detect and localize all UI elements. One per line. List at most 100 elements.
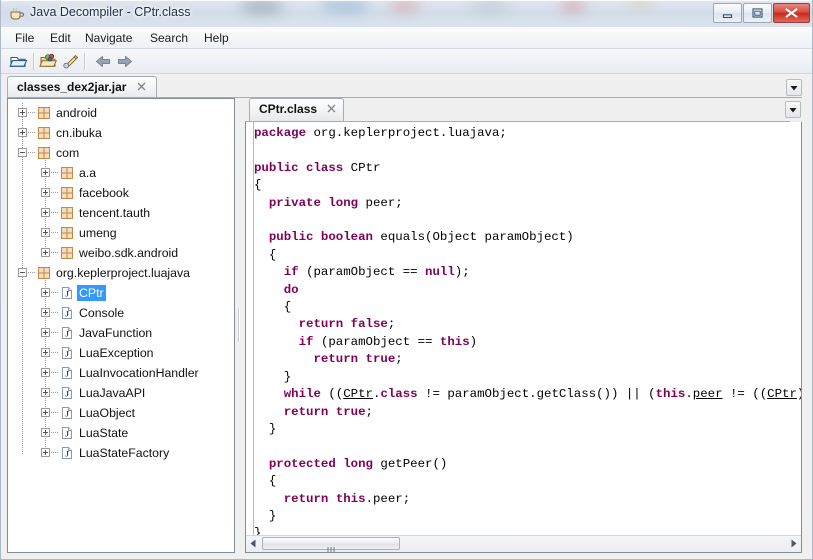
package-tree-panel[interactable]: android cn.ibuka com a.a facebook tencent.tau…	[7, 98, 235, 553]
pane-splitter[interactable]	[235, 98, 245, 553]
tree-node-label[interactable]: weibo.sdk.android	[77, 245, 180, 261]
tree-node-label[interactable]: com	[54, 145, 81, 161]
tree-node-label[interactable]: LuaStateFactory	[77, 445, 171, 461]
tree-node[interactable]: JLuaStateFactory	[8, 443, 234, 463]
tree-node-label[interactable]: LuaInvocationHandler	[77, 365, 201, 381]
source-viewport[interactable]: package org.keplerproject.luajava; publi…	[246, 122, 801, 535]
tab-cptr-class[interactable]: CPtr.class	[249, 98, 344, 121]
source-editor[interactable]: package org.keplerproject.luajava; publi…	[245, 122, 802, 553]
editor-tab-overflow-button[interactable]	[785, 101, 801, 118]
tree-expand-icon[interactable]	[18, 108, 27, 117]
tree-node[interactable]: JLuaInvocationHandler	[8, 363, 234, 383]
tree-connector	[28, 152, 36, 153]
tree-node[interactable]: JCPtr	[8, 283, 234, 303]
tree-node[interactable]: cn.ibuka	[8, 123, 234, 143]
tree-connector	[28, 272, 36, 273]
tree-expand-icon[interactable]	[41, 408, 50, 417]
menu-help[interactable]: Help	[197, 30, 236, 46]
package-icon	[60, 226, 74, 240]
tree-node[interactable]: JLuaObject	[8, 403, 234, 423]
close-button[interactable]	[773, 3, 810, 23]
scrollbar-thumb[interactable]	[262, 537, 400, 550]
tree-node-label[interactable]: JavaFunction	[77, 325, 154, 341]
tree-expand-icon[interactable]	[41, 228, 50, 237]
tree-expand-icon[interactable]	[41, 208, 50, 217]
tree-node-label[interactable]: facebook	[77, 185, 131, 201]
scroll-right-arrow[interactable]	[786, 536, 801, 551]
tree-node[interactable]: JLuaException	[8, 343, 234, 363]
forward-arrow-icon[interactable]	[115, 52, 135, 71]
code-text	[254, 492, 284, 506]
code-text: (paramObject ==	[306, 265, 425, 279]
tree-expand-icon[interactable]	[41, 448, 50, 457]
tree-expand-icon[interactable]	[41, 188, 50, 197]
tree-node[interactable]: weibo.sdk.android	[8, 243, 234, 263]
tree-node[interactable]: umeng	[8, 223, 234, 243]
scrollbar-grip-icon	[327, 541, 336, 548]
minimize-button[interactable]	[713, 3, 742, 23]
tree-node[interactable]: facebook	[8, 183, 234, 203]
tree-node-label[interactable]: umeng	[77, 225, 119, 241]
back-arrow-icon[interactable]	[93, 52, 113, 71]
tree-collapse-icon[interactable]	[18, 148, 27, 157]
tree-expand-icon[interactable]	[41, 248, 50, 257]
tree-node[interactable]: a.a	[8, 163, 234, 183]
tree-node[interactable]: android	[8, 103, 234, 123]
open-archive-icon[interactable]	[39, 52, 59, 71]
tree-node[interactable]: JJavaFunction	[8, 323, 234, 343]
open-folder-icon[interactable]	[9, 52, 29, 71]
code-link[interactable]: CPtr	[343, 387, 373, 401]
tree-expand-icon[interactable]	[41, 288, 50, 297]
code-line: {	[254, 299, 801, 316]
tree-node[interactable]: JConsole	[8, 303, 234, 323]
code-link[interactable]: CPtr	[767, 387, 797, 401]
tree-node[interactable]: JLuaJavaAPI	[8, 383, 234, 403]
tree-expand-icon[interactable]	[41, 368, 50, 377]
tree-expand-icon[interactable]	[41, 428, 50, 437]
code-link[interactable]: peer	[693, 387, 723, 401]
window-title: Java Decompiler - CPtr.class	[30, 5, 190, 19]
tab-close-icon[interactable]	[326, 103, 337, 114]
svg-text:J: J	[65, 430, 69, 439]
tree-connector	[51, 412, 59, 413]
tree-node-label[interactable]: android	[54, 105, 99, 121]
tree-expand-icon[interactable]	[41, 388, 50, 397]
horizontal-scrollbar[interactable]	[246, 535, 801, 552]
tab-overflow-button[interactable]	[786, 79, 802, 96]
menu-file[interactable]: File	[8, 30, 41, 46]
tree-node-label[interactable]: a.a	[77, 165, 98, 181]
maximize-button[interactable]	[743, 3, 772, 23]
menu-search[interactable]: Search	[143, 30, 195, 46]
tree-node-label[interactable]: CPtr	[77, 285, 106, 301]
tree-expand-icon[interactable]	[18, 128, 27, 137]
tree-node-label[interactable]: Console	[77, 305, 126, 321]
tree-collapse-icon[interactable]	[18, 268, 27, 277]
tree-expand-icon[interactable]	[41, 168, 50, 177]
scroll-left-arrow[interactable]	[246, 536, 261, 551]
code-text	[254, 405, 284, 419]
source-code[interactable]: package org.keplerproject.luajava; publi…	[254, 125, 801, 535]
tree-node-label[interactable]: cn.ibuka	[54, 125, 104, 141]
tree-expand-icon[interactable]	[41, 308, 50, 317]
code-text: ;	[388, 317, 395, 331]
tree-node-label[interactable]: LuaState	[77, 425, 130, 441]
tree-node[interactable]: com	[8, 143, 234, 163]
tree-node[interactable]: org.keplerproject.luajava	[8, 263, 234, 283]
tree-node-label[interactable]: LuaException	[77, 345, 156, 361]
menu-edit[interactable]: Edit	[43, 30, 78, 46]
java-class-icon: J	[60, 326, 74, 340]
tree-node-label[interactable]: tencent.tauth	[77, 205, 152, 221]
code-text: (paramObject ==	[321, 335, 440, 349]
tree-node-label[interactable]: LuaObject	[77, 405, 137, 421]
tree-expand-icon[interactable]	[41, 348, 50, 357]
tree-node[interactable]: J LuaState	[8, 423, 234, 443]
tree-expand-icon[interactable]	[41, 328, 50, 337]
code-text: }	[254, 526, 261, 535]
tree-node-label[interactable]: LuaJavaAPI	[77, 385, 147, 401]
save-pencil-icon[interactable]	[61, 52, 81, 71]
tab-close-icon[interactable]	[136, 81, 147, 92]
tree-node[interactable]: tencent.tauth	[8, 203, 234, 223]
menu-navigate[interactable]: Navigate	[78, 30, 139, 46]
tab-classes-dex2jar-jar[interactable]: classes_dex2jar.jar	[7, 76, 157, 99]
tree-node-label[interactable]: org.keplerproject.luajava	[54, 265, 192, 281]
